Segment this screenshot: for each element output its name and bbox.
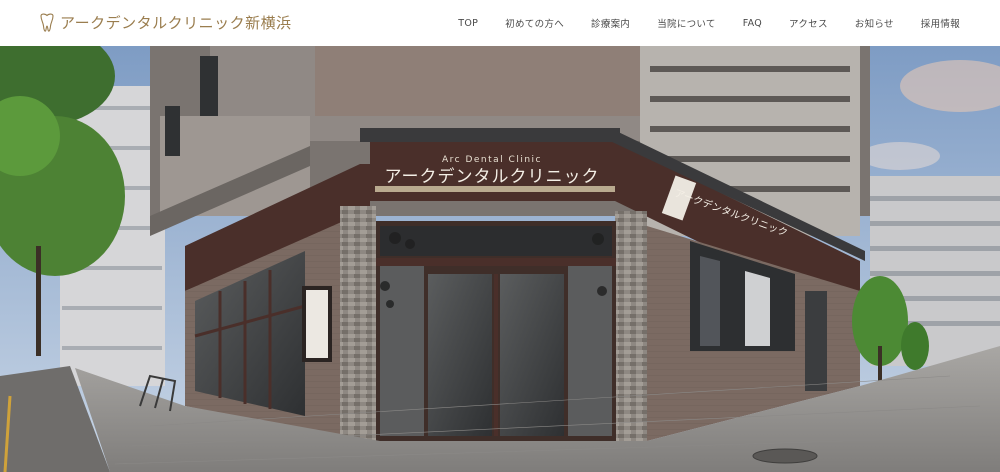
- nav-item-news[interactable]: お知らせ: [855, 16, 894, 30]
- main-nav: TOP 初めての方へ 診療案内 当院について FAQ アクセス お知らせ 採用情…: [431, 0, 960, 46]
- tooth-logo-icon: [40, 13, 54, 32]
- nav-item-faq[interactable]: FAQ: [743, 18, 762, 29]
- nav-item-access[interactable]: アクセス: [789, 16, 828, 30]
- sign-main-text: アークデンタルクリニック: [385, 166, 600, 187]
- stone-pillar-right: [615, 211, 647, 451]
- nav-item-top[interactable]: TOP: [458, 18, 478, 29]
- hero-image: Arc Dental Clinic アークデンタルクリニック アークデンタルクリ…: [0, 46, 1000, 472]
- nav-item-about[interactable]: 当院について: [657, 16, 716, 30]
- clinic-storefront-illustration: Arc Dental Clinic アークデンタルクリニック アークデンタルクリ…: [0, 46, 1000, 472]
- entrance-doors: [376, 221, 616, 441]
- stone-pillar-left: [340, 206, 376, 456]
- logo-text: アークデンタルクリニック新横浜: [60, 14, 292, 32]
- nav-item-treatment[interactable]: 診療案内: [591, 16, 630, 30]
- sign-small-text: Arc Dental Clinic: [442, 155, 542, 165]
- nav-item-first-visit[interactable]: 初めての方へ: [505, 16, 564, 30]
- site-logo[interactable]: アークデンタルクリニック新横浜: [38, 12, 292, 33]
- site-header: アークデンタルクリニック新横浜 TOP 初めての方へ 診療案内 当院について F…: [0, 0, 1000, 46]
- nav-item-recruit[interactable]: 採用情報: [921, 16, 960, 30]
